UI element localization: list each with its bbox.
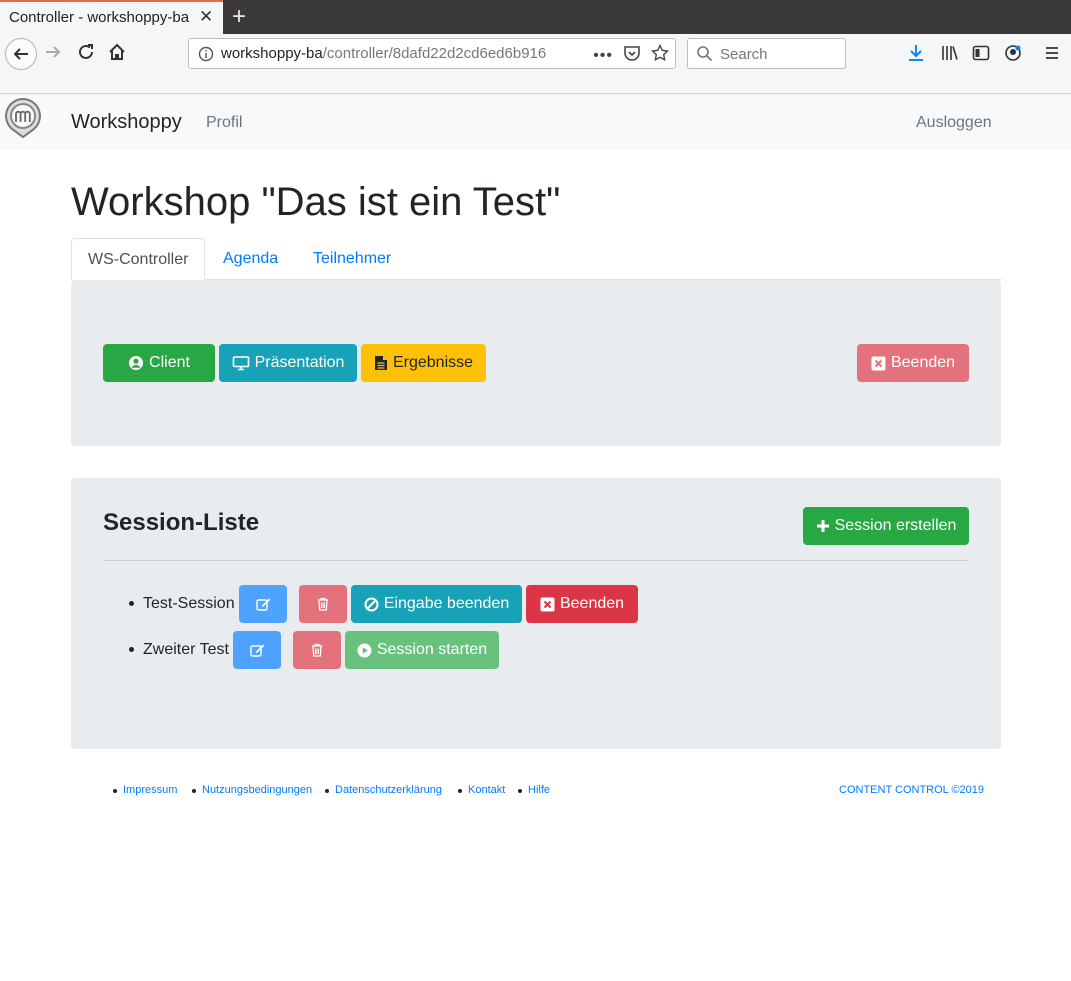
- page-actions-icon[interactable]: •••: [593, 47, 613, 65]
- browser-tab[interactable]: Controller - workshoppy-ba ✕: [0, 0, 223, 34]
- delete-session-button[interactable]: [299, 585, 347, 623]
- plus-icon: [816, 520, 829, 532]
- download-icon[interactable]: [907, 44, 925, 62]
- bookmark-star-icon[interactable]: [650, 43, 670, 67]
- account-icon[interactable]: [1004, 44, 1022, 62]
- site-info-icon[interactable]: [198, 46, 214, 67]
- library-icon[interactable]: [941, 44, 959, 62]
- end-session-button-label: Beenden: [559, 595, 625, 612]
- workshoppy-logo-icon[interactable]: [4, 97, 42, 139]
- session-name: Zweiter Test: [143, 641, 229, 658]
- tab-ws-controller[interactable]: WS-Controller: [71, 238, 206, 280]
- presentation-button[interactable]: Präsentation: [219, 344, 357, 382]
- list-bullet: [129, 601, 134, 606]
- home-icon[interactable]: [107, 42, 127, 62]
- controller-panel: Client Präsentation Ergebnisse Beenden: [71, 280, 1001, 446]
- edit-session-button[interactable]: [239, 585, 287, 623]
- footer-bullet: [518, 789, 522, 793]
- pocket-icon[interactable]: [623, 44, 641, 67]
- tab-agenda[interactable]: Agenda: [207, 238, 294, 280]
- footer-link-help[interactable]: Hilfe: [528, 784, 550, 796]
- delete-session-button[interactable]: [293, 631, 341, 669]
- session-list-title: Session-Liste: [103, 509, 260, 536]
- list-bullet: [129, 647, 134, 652]
- tab-bar: WS-Controller Agenda Teilnehmer: [71, 238, 1001, 280]
- footer-bullet: [458, 789, 462, 793]
- footer-link-privacy[interactable]: Datenschutzerklärung: [335, 784, 442, 796]
- new-tab-icon[interactable]: +: [232, 3, 246, 31]
- start-session-button[interactable]: Session starten: [345, 631, 499, 669]
- monitor-icon: [232, 356, 249, 371]
- results-button[interactable]: Ergebnisse: [361, 344, 486, 382]
- back-button[interactable]: [5, 38, 37, 70]
- footer-link-contact[interactable]: Kontakt: [468, 784, 505, 796]
- sidebar-icon[interactable]: [972, 44, 990, 62]
- edit-icon: [255, 598, 270, 611]
- presentation-button-label: Präsentation: [254, 354, 345, 371]
- footer-link-impressum[interactable]: Impressum: [123, 784, 177, 796]
- session-name: Test-Session: [143, 595, 235, 612]
- forward-icon[interactable]: [43, 42, 63, 62]
- search-bar[interactable]: Search: [687, 38, 846, 69]
- reload-icon[interactable]: [76, 42, 96, 62]
- stop-input-button-label: Eingabe beenden: [383, 595, 510, 612]
- start-session-button-label: Session starten: [376, 641, 488, 658]
- edit-icon: [249, 644, 264, 657]
- end-workshop-button[interactable]: Beenden: [857, 344, 969, 382]
- nav-profile-link[interactable]: Profil: [206, 114, 242, 132]
- end-session-button[interactable]: Beenden: [526, 585, 638, 623]
- client-button[interactable]: Client: [103, 344, 215, 382]
- divider: [103, 560, 969, 561]
- search-placeholder: Search: [720, 46, 768, 63]
- url-host: workshoppy-ba: [221, 45, 323, 62]
- browser-tabstrip: Controller - workshoppy-ba ✕ +: [0, 0, 1071, 34]
- url-text: workshoppy-ba/controller/8dafd22d2cd6ed6…: [221, 45, 581, 62]
- back-arrow-icon: [13, 48, 28, 60]
- stop-input-button[interactable]: Eingabe beenden: [351, 585, 522, 623]
- client-button-label: Client: [149, 354, 190, 371]
- close-square-icon: [540, 597, 555, 611]
- close-square-icon: [871, 356, 886, 370]
- trash-icon: [318, 597, 328, 611]
- nav-logout-link[interactable]: Ausloggen: [916, 114, 992, 132]
- edit-session-button[interactable]: [233, 631, 281, 669]
- page-title: Workshop "Das ist ein Test": [71, 180, 561, 224]
- file-text-icon: [374, 356, 387, 370]
- browser-tab-title: Controller - workshoppy-ba: [9, 9, 190, 26]
- address-bar[interactable]: workshoppy-ba/controller/8dafd22d2cd6ed6…: [188, 38, 676, 69]
- trash-icon: [312, 643, 322, 657]
- search-icon: [696, 45, 713, 67]
- play-circle-icon: [357, 643, 372, 657]
- brand-link[interactable]: Workshoppy: [71, 111, 182, 134]
- footer-bullet: [113, 789, 117, 793]
- end-workshop-button-label: Beenden: [890, 354, 956, 371]
- create-session-button[interactable]: Session erstellen: [803, 507, 969, 545]
- tab-teilnehmer[interactable]: Teilnehmer: [297, 238, 407, 280]
- create-session-button-label: Session erstellen: [834, 517, 957, 534]
- ban-icon: [364, 597, 379, 611]
- footer-bullet: [325, 789, 329, 793]
- menu-icon[interactable]: [1043, 44, 1061, 62]
- session-list-panel: Session-Liste Session erstellen Test-Ses…: [71, 478, 1001, 749]
- copyright-text: CONTENT CONTROL ©2019: [839, 784, 985, 796]
- browser-toolbar: workshoppy-ba/controller/8dafd22d2cd6ed6…: [0, 34, 1071, 94]
- footer-link-terms[interactable]: Nutzungsbedingungen: [202, 784, 312, 796]
- url-path: /controller/8dafd22d2cd6ed6b916: [322, 45, 547, 62]
- user-circle-icon: [129, 356, 144, 370]
- footer-bullet: [192, 789, 196, 793]
- results-button-label: Ergebnisse: [392, 354, 474, 371]
- app-navbar: Workshoppy Profil Ausloggen: [0, 94, 1071, 150]
- close-tab-icon[interactable]: ✕: [199, 7, 213, 27]
